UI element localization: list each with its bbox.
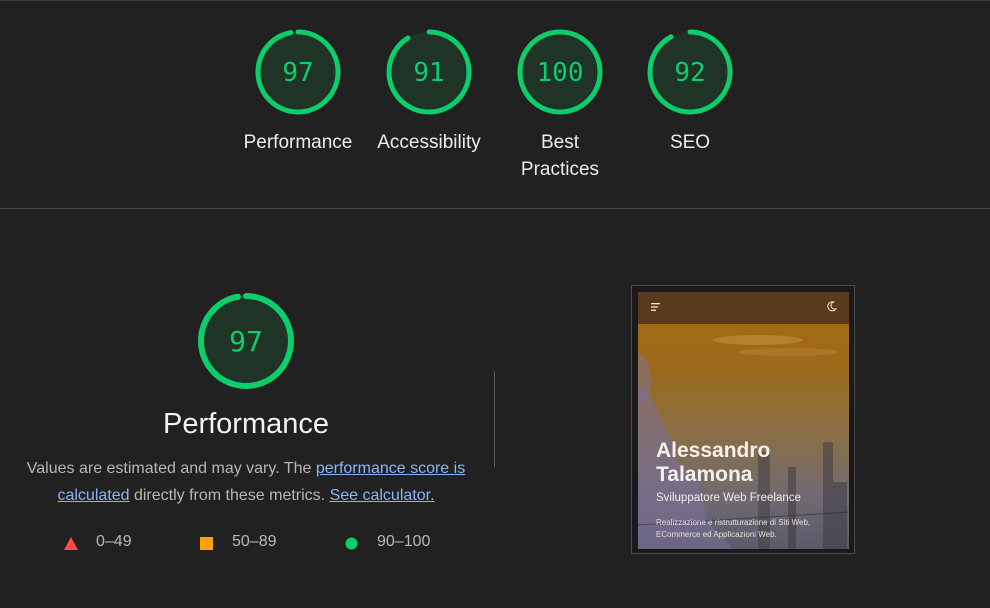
gauge-ring: 91: [386, 29, 472, 115]
gauge-best-practices[interactable]: 100 Best Practices: [500, 27, 620, 183]
gauge-score: 91: [413, 58, 444, 88]
performance-gauge-ring: 97: [198, 293, 294, 389]
legend-range: 90–100: [377, 533, 431, 550]
see-calculator-link[interactable]: See calculator.: [330, 487, 435, 504]
vertical-divider: [494, 371, 495, 467]
legend-range: 0–49: [96, 533, 132, 550]
gauge-seo[interactable]: 92 SEO: [630, 27, 750, 156]
final-screenshot[interactable]: Alessandro Talamona Sviluppatore Web Fre…: [631, 285, 855, 554]
screenshot-description: Realizzazione e ristrutturazione di Siti…: [656, 518, 811, 539]
screenshot-background-art: [638, 335, 849, 549]
gauge-ring: 97: [255, 29, 341, 115]
screenshot-subtitle: Sviluppatore Web Freelance: [656, 492, 801, 504]
gauge-accessibility[interactable]: 91 Accessibility: [369, 27, 489, 156]
performance-score: 97: [229, 325, 263, 358]
gauge-score: 92: [674, 58, 705, 88]
moon-icon: [827, 301, 837, 312]
performance-title: Performance: [162, 408, 329, 440]
screenshot-navbar: [638, 292, 849, 324]
legend-range: 50–89: [232, 533, 277, 550]
screenshot-page: Alessandro Talamona Sviluppatore Web Fre…: [638, 292, 849, 549]
performance-gauge: 97: [196, 291, 296, 391]
performance-description: Values are estimated and may vary. The p…: [24, 455, 468, 509]
gauge-label: Performance: [243, 132, 353, 153]
gauge-label: Best Practices: [520, 132, 600, 180]
gauge-performance[interactable]: 97 Performance: [238, 27, 358, 156]
gauge-label: Accessibility: [377, 132, 481, 153]
desc-prefix: Values are estimated and may vary. The: [26, 460, 316, 477]
menu-icon: [651, 303, 660, 311]
gauge-ring: 100: [517, 29, 603, 115]
section-divider: [0, 208, 990, 209]
orange-square-icon: [200, 537, 213, 550]
category-gauges: 97 Performance 91 Accessibility 100 Best…: [0, 0, 990, 208]
gauge-label: SEO: [669, 132, 711, 153]
gauge-score: 97: [282, 58, 313, 88]
desc-middle: directly from these metrics.: [129, 487, 330, 504]
red-triangle-icon: [64, 537, 78, 550]
gauge-ring: 92: [647, 29, 733, 115]
gauge-score: 100: [537, 58, 584, 88]
green-circle-icon: [345, 537, 358, 550]
screenshot-heading: Alessandro Talamona: [656, 439, 771, 486]
